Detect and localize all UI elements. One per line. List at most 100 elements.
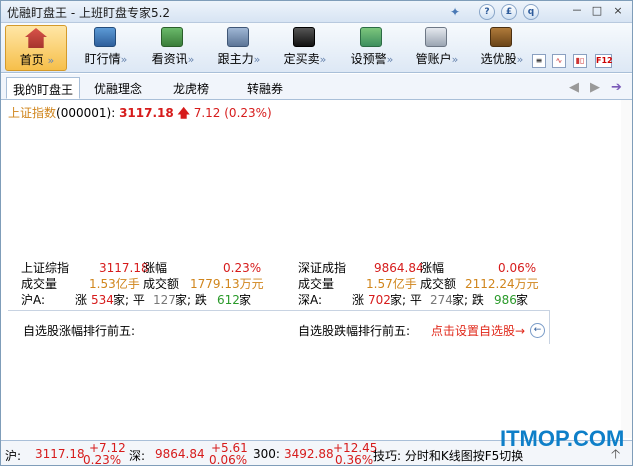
toolbar-follow-label: 跟主力 bbox=[217, 52, 254, 66]
chevron-icon: » bbox=[319, 53, 327, 66]
forward-arrow-icon[interactable]: ▶ bbox=[590, 80, 600, 95]
sh-index-value: 3117.18 bbox=[99, 261, 149, 275]
sz-index-label: 深证成指 bbox=[298, 261, 347, 275]
toolbar-alert-label: 设预警 bbox=[350, 52, 387, 66]
currency-button[interactable]: £ bbox=[501, 4, 517, 20]
sh-turnover-label: 成交额 bbox=[143, 277, 180, 291]
toolbar-trade-label: 定买卖 bbox=[283, 52, 320, 66]
right-panel-strip bbox=[621, 100, 632, 438]
index-summary: 上证指数(000001): 3117.18 🡅 7.12 (0.23%) bbox=[8, 104, 272, 125]
sz-rise-label: 涨幅 bbox=[420, 261, 445, 275]
close-button[interactable]: × bbox=[610, 4, 626, 19]
sz-end-label: 家 bbox=[516, 293, 529, 307]
toolbar-home-label: 首页 bbox=[19, 53, 44, 67]
chevron-icon: » bbox=[386, 53, 394, 66]
sz-flat-count: 274 bbox=[430, 293, 453, 307]
sz-down-label: 家; 跌 bbox=[452, 293, 484, 307]
chevron-icon: » bbox=[253, 53, 261, 66]
chevron-icon: » bbox=[47, 54, 55, 67]
tab-my-watch[interactable]: 我的盯盘王 bbox=[6, 77, 81, 99]
stocks-icon bbox=[490, 27, 512, 47]
help-button[interactable]: ? bbox=[479, 4, 495, 20]
toolbar-alert[interactable]: 设预警» bbox=[343, 25, 399, 71]
sz-up-label: 涨 bbox=[352, 293, 365, 307]
sh-index-label: 上证综指 bbox=[21, 261, 70, 275]
toolbar-account-label: 管账户 bbox=[415, 52, 452, 66]
status-sh-label: 沪: bbox=[5, 449, 22, 463]
title-bar: 优融盯盘王 - 上班盯盘专家5.2 ✦ ? £ q － □ × bbox=[1, 1, 632, 23]
sh-flat-label: 家; 平 bbox=[113, 293, 145, 307]
sh-rise-label: 涨幅 bbox=[143, 261, 168, 275]
sh-volume-value: 1.53亿手 bbox=[89, 277, 140, 291]
toolbar-market[interactable]: 盯行情» bbox=[77, 25, 133, 71]
toolbar-stocks[interactable]: 选优股» bbox=[473, 25, 529, 71]
toolbar-news[interactable]: 看资讯» bbox=[144, 25, 200, 71]
shenzhen-market-panel: 深证成指 9864.84 涨幅 0.06% 成交量 1.57亿手 成交额 211… bbox=[298, 260, 539, 308]
index-name[interactable]: 上证指数 bbox=[8, 106, 56, 120]
status-sz-label: 深: bbox=[129, 449, 146, 463]
divider-vertical bbox=[549, 310, 550, 344]
goto-arrow-icon[interactable]: ➔ bbox=[611, 80, 622, 95]
list-icon[interactable]: ≡ bbox=[532, 54, 546, 68]
sz-volume-value: 1.57亿手 bbox=[366, 277, 417, 291]
toolbar-trade[interactable]: 定买卖» bbox=[276, 25, 332, 71]
top-gainers-header: 自选股涨幅排行前五: bbox=[23, 324, 136, 338]
toolbar-home[interactable]: 首页 » bbox=[5, 25, 67, 71]
back-arrow-icon[interactable]: ◀ bbox=[569, 80, 579, 95]
chevron-icon: » bbox=[451, 53, 459, 66]
app-window: 优融盯盘王 - 上班盯盘专家5.2 ✦ ? £ q － □ × 首页 » 盯行情… bbox=[0, 0, 633, 466]
maximize-button[interactable]: □ bbox=[589, 4, 605, 19]
index-change: 7.12 (0.23%) bbox=[193, 106, 272, 120]
tab-margin[interactable]: 转融券 bbox=[241, 77, 289, 99]
sh-up-count: 534 bbox=[91, 293, 114, 307]
qq-button[interactable]: q bbox=[523, 4, 539, 20]
tab-dragon-tiger[interactable]: 龙虎榜 bbox=[167, 77, 215, 99]
watermark: ITMOP.COM bbox=[500, 426, 625, 451]
toolbar-news-label: 看资讯 bbox=[151, 52, 188, 66]
status-sz-pct: 0.06% bbox=[209, 453, 248, 466]
chevron-icon: » bbox=[516, 53, 524, 66]
sz-turnover-label: 成交额 bbox=[420, 277, 457, 291]
sh-down-count: 612 bbox=[217, 293, 240, 307]
sh-volume-label: 成交量 bbox=[21, 277, 58, 291]
tools-icon bbox=[227, 27, 249, 47]
newspaper-icon bbox=[161, 27, 183, 47]
toolbar-stocks-label: 选优股 bbox=[480, 52, 517, 66]
sz-index-value: 9864.84 bbox=[374, 261, 424, 275]
status-300-label: 300: bbox=[253, 447, 280, 461]
up-arrow-icon: 🡅 bbox=[177, 106, 190, 120]
pin-icon[interactable]: ✦ bbox=[450, 5, 460, 19]
divider bbox=[8, 310, 549, 311]
money-icon bbox=[293, 27, 315, 47]
alarm-chart-icon bbox=[360, 27, 382, 47]
shanghai-market-panel: 上证综指 3117.18 涨幅 0.23% 成交量 1.53亿手 成交额 177… bbox=[21, 260, 264, 308]
sz-volume-label: 成交量 bbox=[298, 277, 335, 291]
toolbar-account[interactable]: 管账户» bbox=[408, 25, 464, 71]
tab-philosophy[interactable]: 优融理念 bbox=[88, 77, 148, 99]
minimize-button[interactable]: － bbox=[569, 4, 585, 19]
sz-a-label: 深A: bbox=[298, 293, 323, 307]
sz-rise-value: 0.06% bbox=[498, 261, 537, 275]
window-title: 优融盯盘王 - 上班盯盘专家5.2 bbox=[7, 6, 171, 20]
status-300-pct: 0.36% bbox=[335, 453, 374, 466]
index-value: 3117.18 bbox=[119, 106, 174, 120]
sz-down-count: 986 bbox=[494, 293, 517, 307]
top-losers-header: 自选股跌幅排行前五: bbox=[298, 324, 411, 338]
chevron-icon: » bbox=[120, 53, 128, 66]
candles-icon[interactable]: ▮▯ bbox=[573, 54, 587, 68]
sh-rise-value: 0.23% bbox=[223, 261, 262, 275]
wave-icon[interactable]: ∿ bbox=[552, 54, 566, 68]
sz-turnover-value: 2112.24万元 bbox=[465, 277, 539, 291]
status-sh-value: 3117.18 bbox=[35, 447, 85, 461]
sh-a-label: 沪A: bbox=[21, 293, 46, 307]
f12-button[interactable]: F12 bbox=[595, 54, 613, 68]
collapse-arrow-icon[interactable]: ← bbox=[530, 323, 545, 338]
sh-flat-count: 127 bbox=[153, 293, 176, 307]
sz-up-count: 702 bbox=[368, 293, 391, 307]
toolbar-follow[interactable]: 跟主力» bbox=[210, 25, 266, 71]
chevron-icon: » bbox=[187, 53, 195, 66]
set-watchlist-link[interactable]: 点击设置自选股→ bbox=[431, 322, 525, 339]
calculator-icon bbox=[425, 27, 447, 47]
toolbar-market-label: 盯行情 bbox=[84, 52, 121, 66]
status-300-value: 3492.88 bbox=[284, 447, 334, 461]
